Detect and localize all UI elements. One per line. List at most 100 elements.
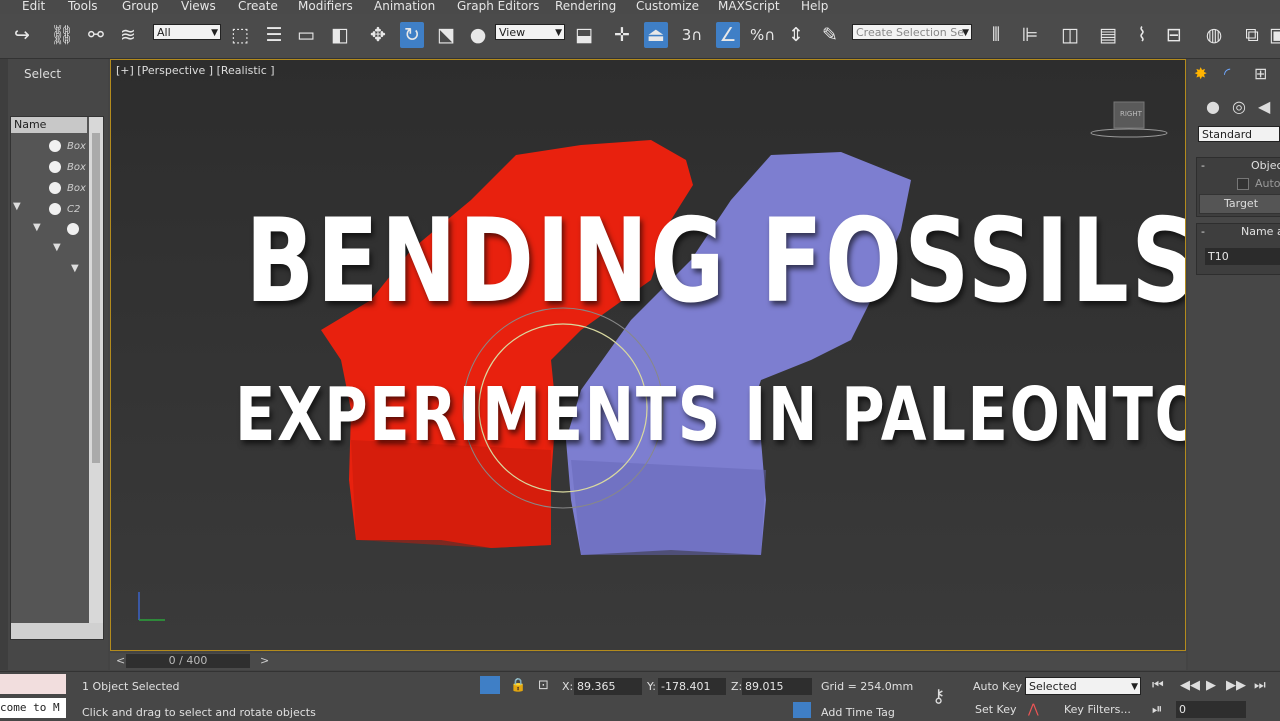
material-editor-icon[interactable]: ◍ bbox=[1202, 22, 1226, 48]
isolate-selection-icon[interactable] bbox=[480, 676, 500, 694]
angle-snap-icon[interactable]: ∠ bbox=[716, 22, 740, 48]
object-name-input[interactable]: T10 bbox=[1205, 248, 1280, 265]
maxscript-listener-top[interactable] bbox=[0, 674, 66, 694]
key-filters-button[interactable]: Key Filters... bbox=[1064, 703, 1131, 716]
auto-key-button[interactable]: Auto Key bbox=[973, 680, 1022, 693]
time-tag-icon[interactable] bbox=[793, 702, 811, 718]
object-type-dropdown[interactable]: Standard bbox=[1198, 126, 1280, 142]
menu-graph-editors[interactable]: Graph Editors bbox=[457, 0, 539, 13]
modify-tab-icon[interactable]: ◜ bbox=[1224, 64, 1230, 83]
select-manipulate-icon[interactable]: ✛ bbox=[610, 22, 634, 48]
reference-coord-dropdown[interactable]: View ▼ bbox=[495, 24, 565, 40]
viewcube-label[interactable]: RIGHT bbox=[1120, 110, 1142, 118]
object-type-rollout-title[interactable]: Objec bbox=[1251, 159, 1280, 172]
key-mode-toggle-icon[interactable]: ⏯ bbox=[1152, 702, 1162, 717]
edit-named-selection-icon[interactable]: ✎ bbox=[818, 22, 842, 48]
unlink-icon[interactable]: ⚯ bbox=[84, 22, 108, 48]
layer-manager-icon[interactable]: ◫ bbox=[1058, 22, 1082, 48]
menu-edit[interactable]: Edit bbox=[22, 0, 45, 13]
render-setup-icon[interactable]: ⧉ bbox=[1240, 22, 1264, 48]
visibility-icon[interactable] bbox=[49, 161, 61, 173]
next-frame-icon[interactable]: ▶▶ bbox=[1226, 678, 1246, 693]
time-slider-thumb[interactable]: 0 / 400 bbox=[126, 654, 250, 668]
expand-icon[interactable]: ▼ bbox=[53, 242, 61, 253]
scale-icon[interactable]: ⬔ bbox=[434, 22, 458, 48]
keyboard-shortcut-override-icon[interactable]: ⏏ bbox=[644, 22, 668, 48]
menu-rendering[interactable]: Rendering bbox=[555, 0, 616, 13]
mirror-icon[interactable]: ⫴ bbox=[984, 22, 1008, 48]
prev-frame-icon[interactable]: ◀◀ bbox=[1180, 678, 1200, 693]
collapse-icon[interactable]: - bbox=[1201, 225, 1205, 238]
lock-icon[interactable]: 🔒 bbox=[510, 678, 526, 693]
autogrid-checkbox[interactable] bbox=[1237, 178, 1249, 190]
lights-icon[interactable]: ◀ bbox=[1258, 97, 1270, 116]
prev-frame-arrow-icon[interactable]: < bbox=[116, 654, 125, 667]
key-mode-dropdown[interactable]: Selected ▼ bbox=[1025, 677, 1141, 695]
scene-explorer-icon[interactable]: ▤ bbox=[1096, 22, 1120, 48]
key-curve-icon[interactable]: ⋀ bbox=[1028, 702, 1039, 717]
place-icon[interactable]: ● bbox=[466, 22, 490, 48]
perspective-viewport[interactable]: [+] [Perspective ] [Realistic ] RIGHT BE… bbox=[110, 59, 1186, 651]
selection-filter-dropdown[interactable]: All ▼ bbox=[153, 24, 221, 40]
set-key-button[interactable]: Set Key bbox=[975, 703, 1017, 716]
menu-views[interactable]: Views bbox=[181, 0, 216, 13]
scene-item[interactable]: C2 bbox=[67, 204, 80, 215]
geometry-icon[interactable]: ● bbox=[1206, 97, 1220, 116]
menu-group[interactable]: Group bbox=[122, 0, 159, 13]
visibility-icon[interactable] bbox=[49, 140, 61, 152]
scrollbar-thumb[interactable] bbox=[92, 133, 100, 463]
menu-customize[interactable]: Customize bbox=[636, 0, 699, 13]
menu-help[interactable]: Help bbox=[801, 0, 828, 13]
pivot-center-icon[interactable]: ⬓ bbox=[572, 22, 596, 48]
viewport-label[interactable]: [+] [Perspective ] [Realistic ] bbox=[116, 64, 275, 77]
y-coordinate-field[interactable]: -178.401 bbox=[658, 678, 726, 695]
move-icon[interactable]: ✥ bbox=[366, 22, 390, 48]
spinner-snap-icon[interactable]: ⇕ bbox=[784, 22, 808, 48]
menu-animation[interactable]: Animation bbox=[374, 0, 435, 13]
menu-maxscript[interactable]: MAXScript bbox=[718, 0, 780, 13]
scene-list-hscrollbar[interactable] bbox=[11, 623, 103, 639]
key-icon[interactable]: ⚷ bbox=[932, 686, 945, 707]
select-by-name-icon[interactable]: ☰ bbox=[262, 22, 286, 48]
expand-icon[interactable]: ▼ bbox=[33, 222, 41, 233]
visibility-icon[interactable] bbox=[49, 203, 61, 215]
x-coordinate-field[interactable]: 89.365 bbox=[574, 678, 642, 695]
shapes-icon[interactable]: ◎ bbox=[1232, 97, 1246, 116]
scene-list-scrollbar[interactable] bbox=[89, 117, 103, 623]
collapse-icon[interactable]: - bbox=[1201, 159, 1205, 172]
name-color-rollout-title[interactable]: Name a bbox=[1241, 225, 1280, 238]
percent-snap-icon[interactable]: %∩ bbox=[750, 22, 775, 48]
link-icon[interactable]: ⛓ bbox=[50, 22, 74, 48]
schematic-view-icon[interactable]: ⊟ bbox=[1162, 22, 1186, 48]
current-frame-field[interactable]: 0 bbox=[1176, 701, 1246, 718]
create-tab-icon[interactable]: ✸ bbox=[1194, 64, 1207, 83]
scene-item[interactable]: Box bbox=[67, 183, 86, 194]
go-to-start-icon[interactable]: ⏮ bbox=[1152, 678, 1164, 693]
named-selection-sets-dropdown[interactable]: Create Selection Se ▼ bbox=[852, 24, 972, 40]
add-time-tag[interactable]: Add Time Tag bbox=[821, 706, 895, 719]
curve-editor-icon[interactable]: ⌇ bbox=[1130, 22, 1154, 48]
menu-tools[interactable]: Tools bbox=[68, 0, 98, 13]
align-icon[interactable]: ⊫ bbox=[1018, 22, 1042, 48]
transform-mode-icon[interactable]: ⊡ bbox=[538, 678, 549, 693]
name-column-header[interactable]: Name bbox=[11, 117, 87, 133]
menu-create[interactable]: Create bbox=[238, 0, 278, 13]
visibility-icon[interactable] bbox=[49, 182, 61, 194]
bind-spacewarp-icon[interactable]: ≋ bbox=[116, 22, 140, 48]
scene-item[interactable]: Box bbox=[67, 162, 86, 173]
visibility-icon[interactable] bbox=[67, 223, 79, 235]
go-to-end-icon[interactable]: ⏭ bbox=[1254, 678, 1266, 693]
hierarchy-tab-icon[interactable]: ⊞ bbox=[1254, 64, 1267, 83]
render-frame-icon[interactable]: ▣ bbox=[1266, 22, 1280, 48]
z-coordinate-field[interactable]: 89.015 bbox=[742, 678, 812, 695]
menu-modifiers[interactable]: Modifiers bbox=[298, 0, 353, 13]
time-slider[interactable]: < 0 / 400 > bbox=[110, 653, 1186, 670]
redo-icon[interactable]: ↪ bbox=[10, 22, 34, 48]
expand-icon[interactable]: ▼ bbox=[13, 201, 21, 212]
expand-icon[interactable]: ▼ bbox=[71, 263, 79, 274]
target-button[interactable]: Target bbox=[1199, 194, 1280, 214]
maxscript-listener[interactable]: come to M bbox=[0, 698, 66, 718]
rotate-icon[interactable]: ↻ bbox=[400, 22, 424, 48]
select-object-icon[interactable]: ⬚ bbox=[228, 22, 252, 48]
snaps-toggle-icon[interactable]: 3∩ bbox=[680, 22, 704, 48]
